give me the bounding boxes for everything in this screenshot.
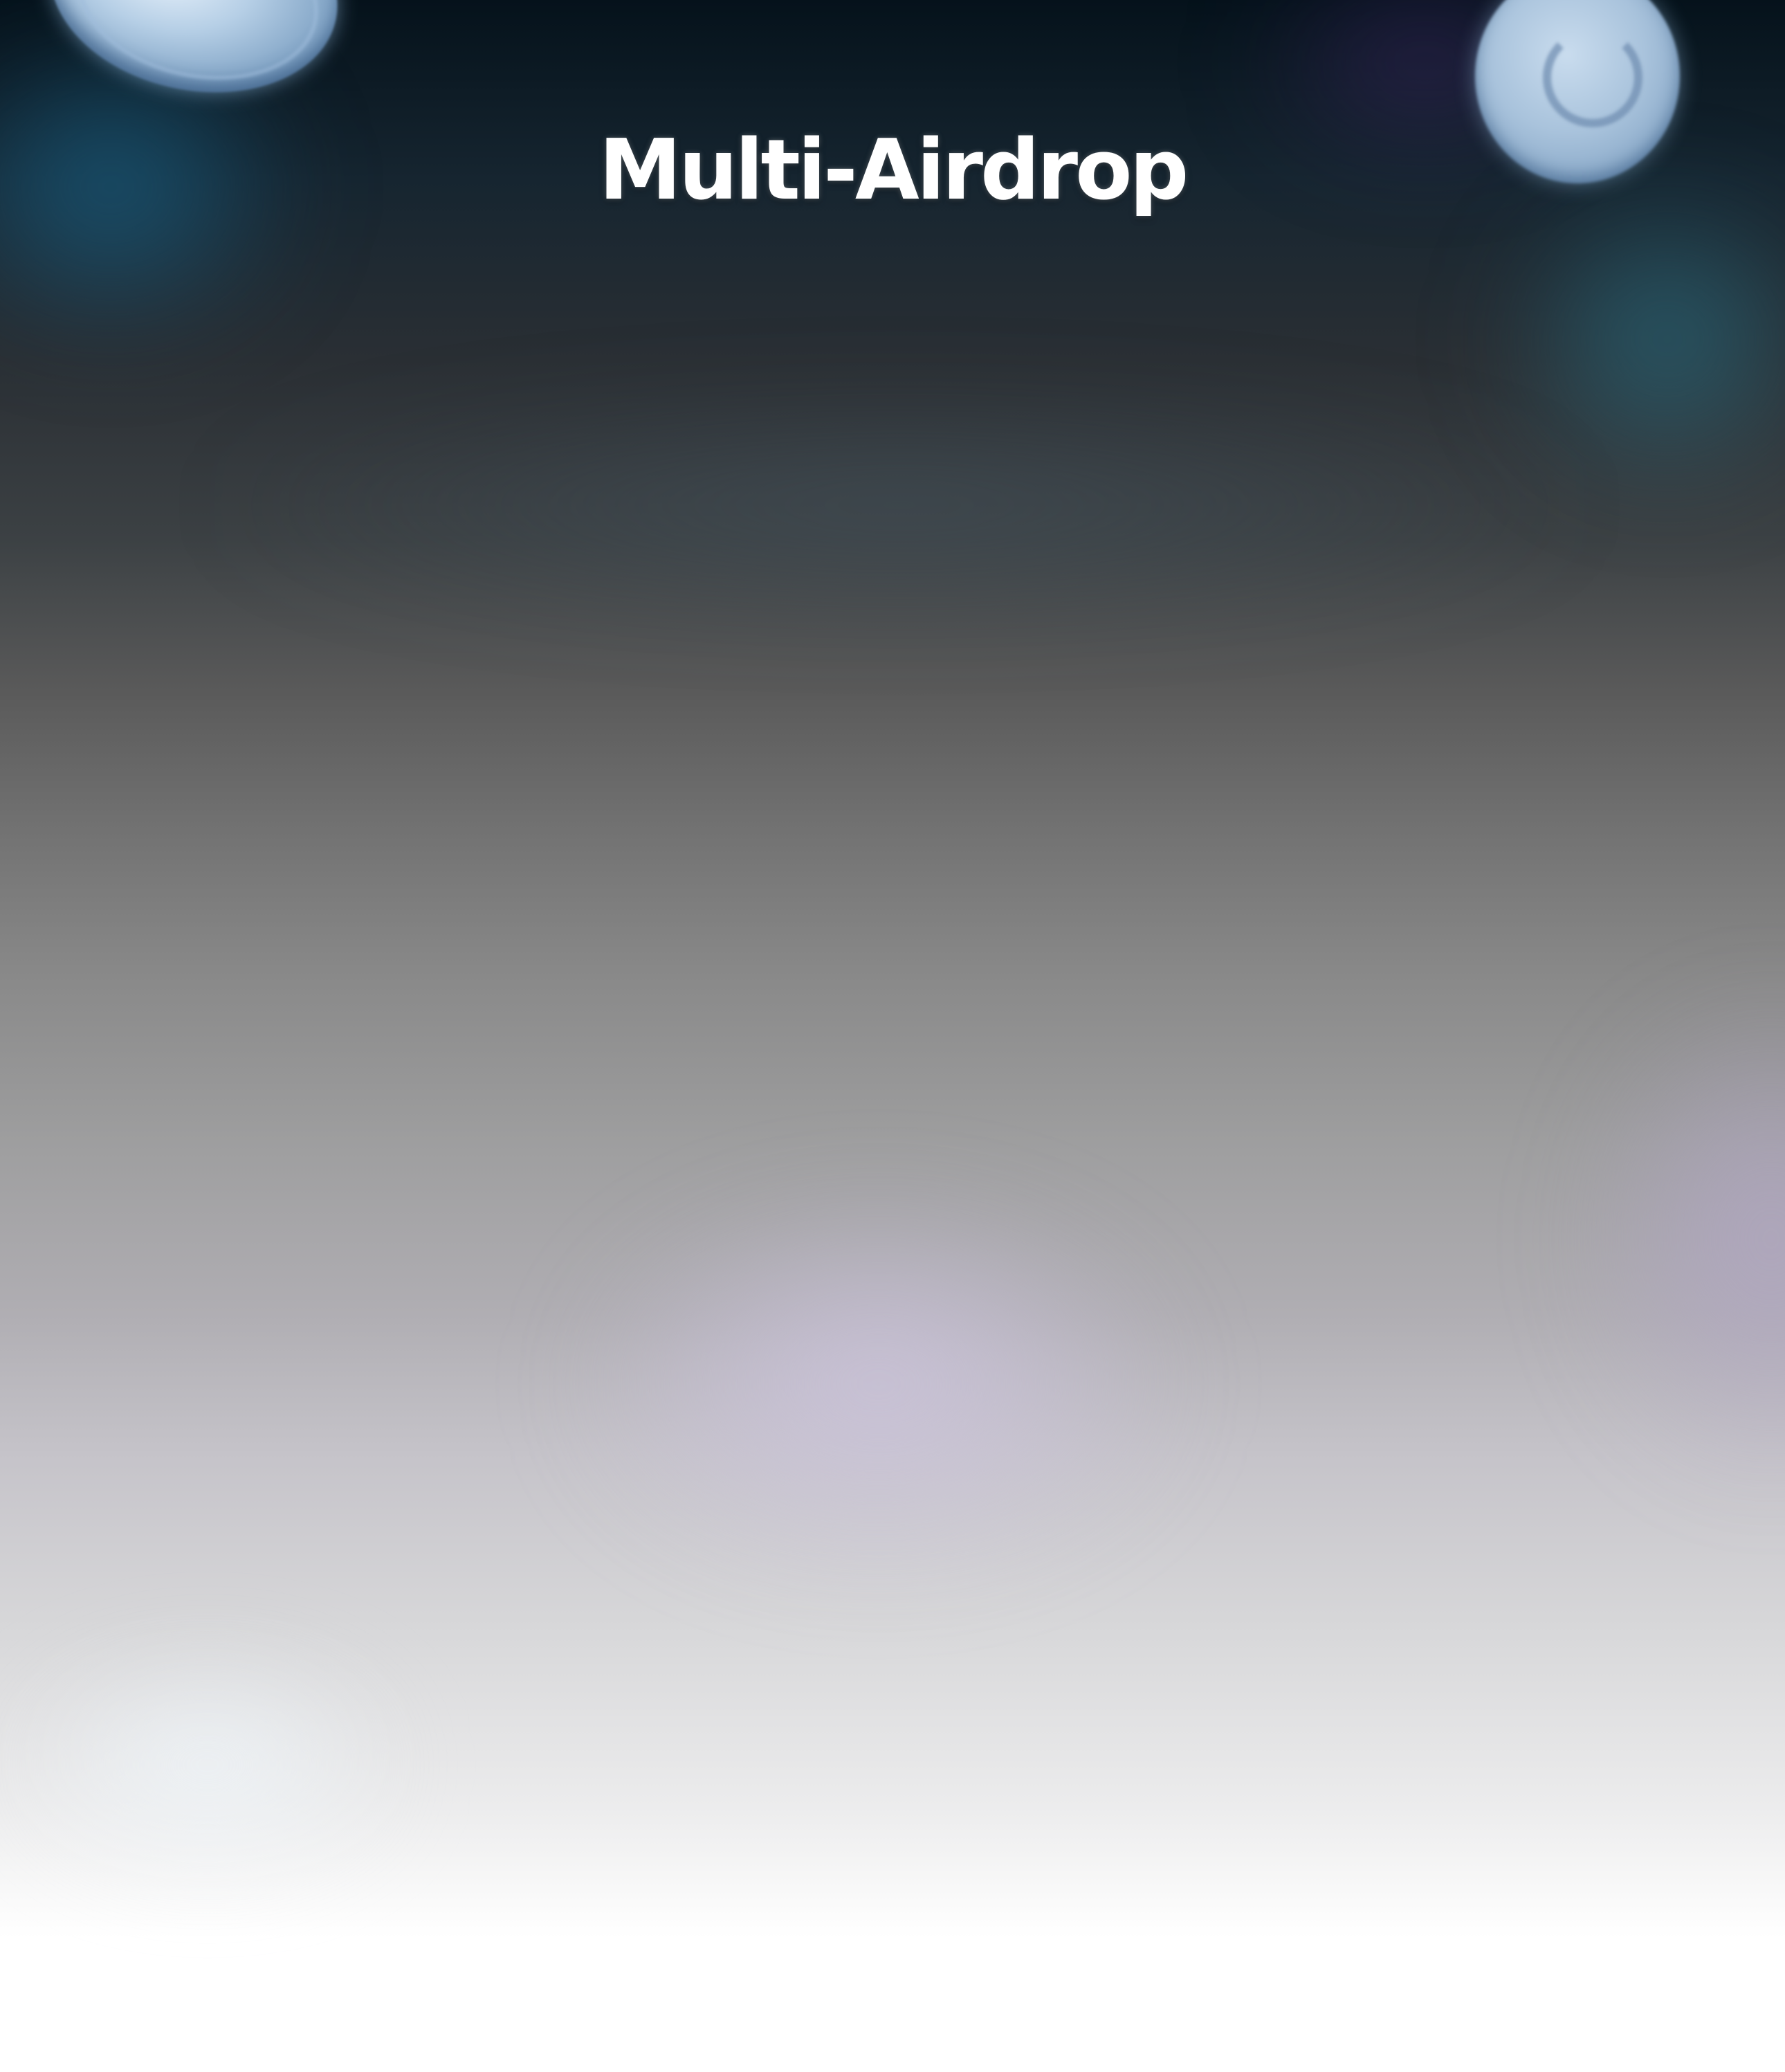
coin-emblem-decoration	[1543, 28, 1642, 127]
page-title: Multi-Airdrop	[598, 122, 1189, 219]
lavender-glow	[567, 1190, 1190, 1578]
lavender-side-glow	[1577, 997, 1785, 1481]
haze-band	[208, 401, 1591, 609]
white-glow	[14, 1661, 401, 1869]
coin-icon	[30, 0, 357, 118]
coin-rim-decoration	[62, 0, 334, 102]
hero-background: Multi-Airdrop	[0, 0, 1785, 2072]
teal-glow	[1494, 180, 1785, 498]
